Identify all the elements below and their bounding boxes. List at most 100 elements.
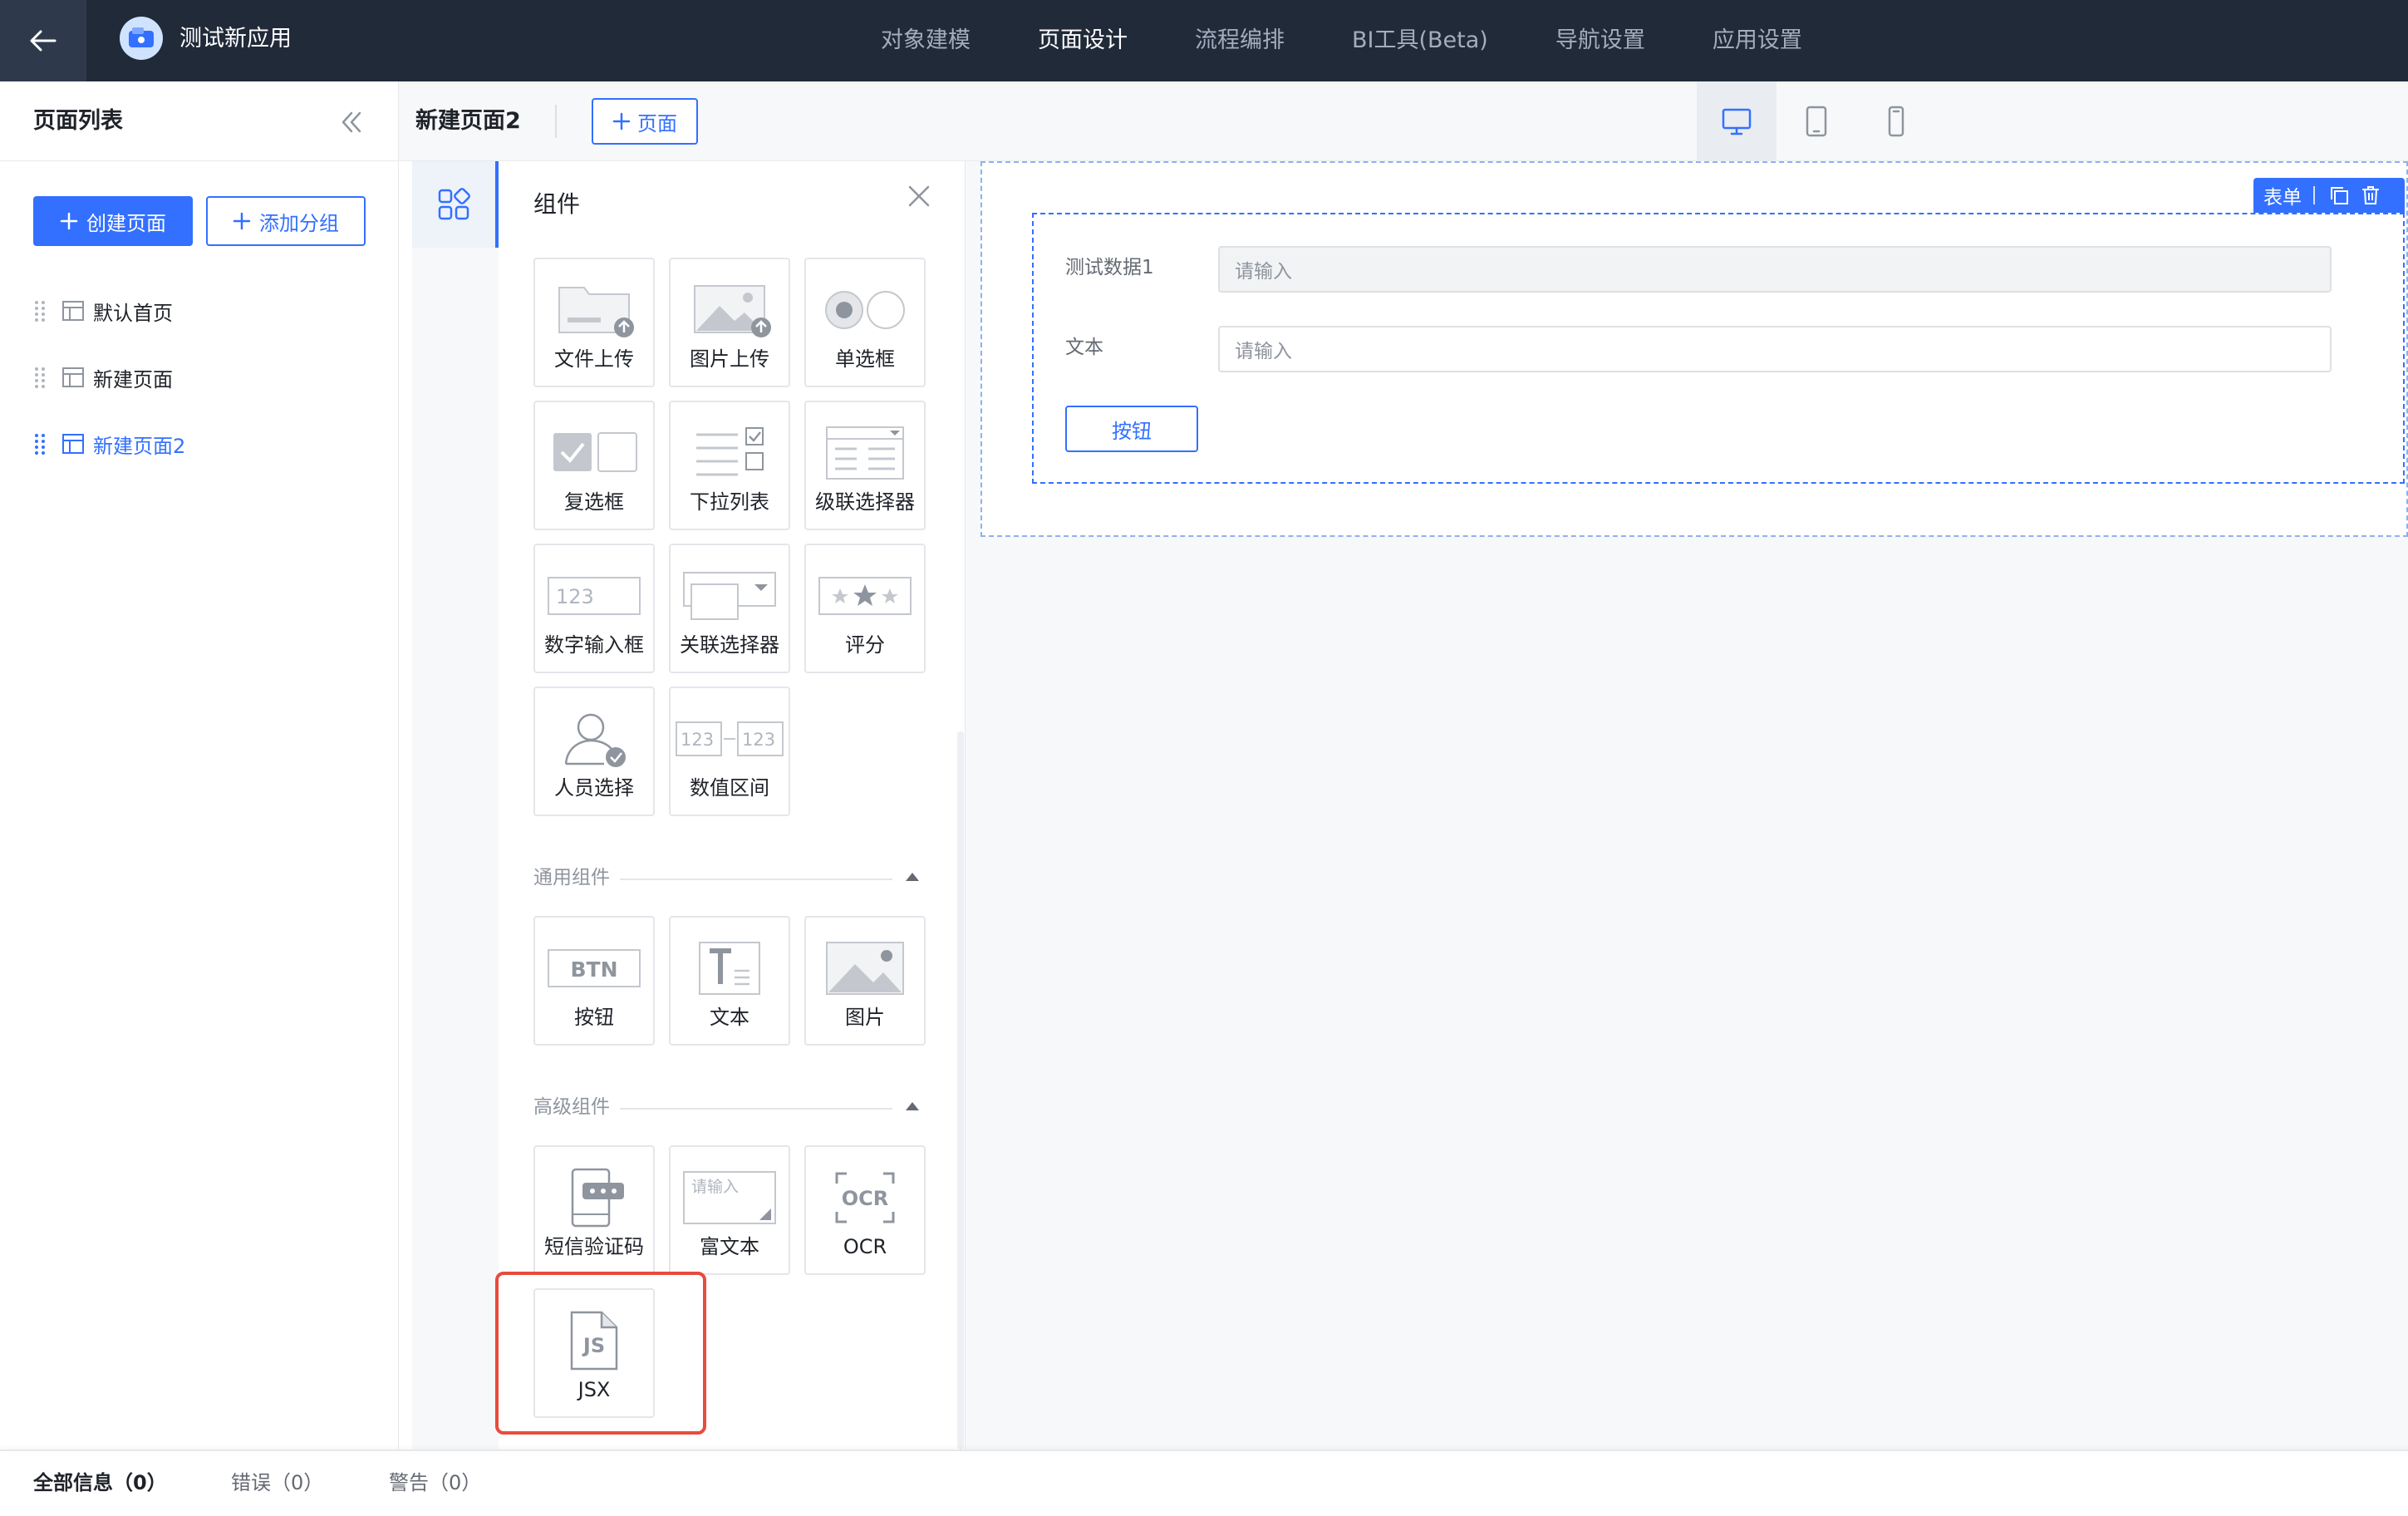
nav-bi-tool[interactable]: BI工具(Beta) xyxy=(1352,25,1488,57)
field-label-text: 文本 xyxy=(1065,337,1103,358)
component-card-file-upload[interactable]: 文件上传 xyxy=(533,258,655,387)
form-button[interactable]: 按钮 xyxy=(1065,406,1198,452)
form-toolbar: 表单 xyxy=(2253,178,2405,213)
page-item-label: 默认首页 xyxy=(93,301,173,325)
rich-text-icon: 请输入 xyxy=(683,1171,776,1224)
component-card-rich-text[interactable]: 请输入 富文本 xyxy=(669,1145,790,1275)
add-group-button[interactable]: 添加分组 xyxy=(206,196,366,246)
component-label: 按钮 xyxy=(574,1006,614,1029)
input-placeholder: 请输入 xyxy=(1235,261,1292,283)
rich-placeholder-text: 请输入 xyxy=(691,1178,739,1196)
drag-handle-icon[interactable] xyxy=(33,366,47,389)
test-data-input[interactable]: 请输入 xyxy=(1218,246,2332,293)
delete-icon[interactable] xyxy=(2360,185,2381,206)
plus-icon xyxy=(233,212,251,230)
component-card-number-input[interactable]: 123 数字输入框 xyxy=(533,544,655,673)
component-card-checkbox[interactable]: 复选框 xyxy=(533,401,655,530)
tab-all-info[interactable]: 全部信息（0） xyxy=(33,1469,167,1496)
component-label: 图片 xyxy=(845,1006,885,1029)
component-label: 级联选择器 xyxy=(815,490,915,514)
field-label-test-data: 测试数据1 xyxy=(1065,257,1154,278)
tablet-view-button[interactable] xyxy=(1777,81,1856,161)
component-card-relation-select[interactable]: 关联选择器 xyxy=(669,544,790,673)
image-upload-icon xyxy=(694,285,771,337)
component-label: 数值区间 xyxy=(690,776,769,800)
toolbar-separator xyxy=(2313,186,2315,204)
nav-flow-orchestration[interactable]: 流程编排 xyxy=(1195,25,1285,57)
add-page-label: 页面 xyxy=(637,111,677,135)
mobile-icon xyxy=(1888,106,1904,137)
number-icon-text: 123 xyxy=(556,585,594,608)
component-label: 图片上传 xyxy=(690,347,769,371)
components-grid-icon xyxy=(438,188,470,220)
btn-icon-text: BTN xyxy=(570,957,617,982)
components-tab[interactable] xyxy=(412,161,499,248)
arrow-left-icon xyxy=(30,30,57,52)
component-label: 人员选择 xyxy=(554,776,634,800)
nav-object-modeling[interactable]: 对象建模 xyxy=(881,25,971,57)
component-label: 数字输入框 xyxy=(544,633,644,657)
file-upload-icon xyxy=(558,287,634,337)
rating-icon xyxy=(818,577,912,615)
image-icon xyxy=(826,942,904,995)
mobile-view-button[interactable] xyxy=(1856,81,1936,161)
text-input[interactable]: 请输入 xyxy=(1218,326,2332,372)
collapse-arrow-icon[interactable] xyxy=(906,1102,919,1110)
create-page-label: 创建页面 xyxy=(86,211,166,235)
create-page-button[interactable]: 创建页面 xyxy=(33,196,193,246)
drag-handle-icon[interactable] xyxy=(33,432,47,455)
divider xyxy=(555,105,557,138)
button-icon: BTN xyxy=(548,949,641,987)
collapse-sidebar-icon[interactable] xyxy=(337,108,366,136)
component-tab-bar xyxy=(412,161,499,1450)
sidebar-page-new[interactable]: 新建页面 xyxy=(33,359,173,396)
radio-icon xyxy=(825,291,905,329)
component-card-rating[interactable]: 评分 xyxy=(804,544,926,673)
ocr-icon-text: OCR xyxy=(842,1187,889,1210)
nav-page-design[interactable]: 页面设计 xyxy=(1038,25,1128,57)
sidebar-page-default-home[interactable]: 默认首页 xyxy=(33,293,173,329)
text-icon xyxy=(699,942,760,995)
drag-handle-icon[interactable] xyxy=(33,299,47,322)
component-card-image-upload[interactable]: 图片上传 xyxy=(669,258,790,387)
add-page-button[interactable]: 页面 xyxy=(592,98,698,145)
main-nav: 对象建模 页面设计 流程编排 BI工具(Beta) 导航设置 应用设置 xyxy=(881,0,1870,81)
close-icon[interactable] xyxy=(906,183,932,209)
app-logo-icon xyxy=(120,17,163,60)
desktop-view-button[interactable] xyxy=(1697,81,1777,161)
plus-icon xyxy=(60,212,78,230)
component-card-cascader[interactable]: 级联选择器 xyxy=(804,401,926,530)
component-card-ocr[interactable]: OCR OCR xyxy=(804,1145,926,1275)
tab-errors[interactable]: 错误（0） xyxy=(231,1469,323,1496)
component-label: 下拉列表 xyxy=(690,490,769,514)
nav-navigation-settings[interactable]: 导航设置 xyxy=(1555,25,1645,57)
section-divider xyxy=(620,879,892,880)
copy-icon[interactable] xyxy=(2328,185,2350,206)
relation-select-icon xyxy=(683,572,776,620)
component-label: 单选框 xyxy=(835,347,895,371)
collapse-arrow-icon[interactable] xyxy=(906,873,919,881)
add-group-label: 添加分组 xyxy=(259,211,339,235)
page-layout-icon xyxy=(62,434,84,454)
bottom-status-bar xyxy=(0,1450,2408,1516)
component-card-image[interactable]: 图片 xyxy=(804,916,926,1046)
component-card-sms-code[interactable]: 短信验证码 xyxy=(533,1145,655,1275)
component-card-user-select[interactable]: 人员选择 xyxy=(533,687,655,816)
number-input-icon: 123 xyxy=(548,577,641,615)
range-start-text: 123 xyxy=(681,730,714,750)
nav-app-settings[interactable]: 应用设置 xyxy=(1713,25,1802,57)
page-layout-icon xyxy=(62,301,84,321)
component-card-text[interactable]: 文本 xyxy=(669,916,790,1046)
component-card-number-range[interactable]: 123 123 数值区间 xyxy=(669,687,790,816)
ocr-icon: OCR xyxy=(835,1172,895,1223)
tab-warnings[interactable]: 警告（0） xyxy=(389,1469,481,1496)
back-button[interactable] xyxy=(0,0,86,81)
component-label: OCR xyxy=(843,1235,887,1258)
component-card-radio[interactable]: 单选框 xyxy=(804,258,926,387)
component-card-dropdown-list[interactable]: 下拉列表 xyxy=(669,401,790,530)
sidebar-page-new-2[interactable]: 新建页面2 xyxy=(33,426,185,462)
panel-scrollbar[interactable] xyxy=(957,731,964,1450)
page-layout-icon xyxy=(62,367,84,387)
component-label: 复选框 xyxy=(564,490,624,514)
component-card-button[interactable]: BTN 按钮 xyxy=(533,916,655,1046)
